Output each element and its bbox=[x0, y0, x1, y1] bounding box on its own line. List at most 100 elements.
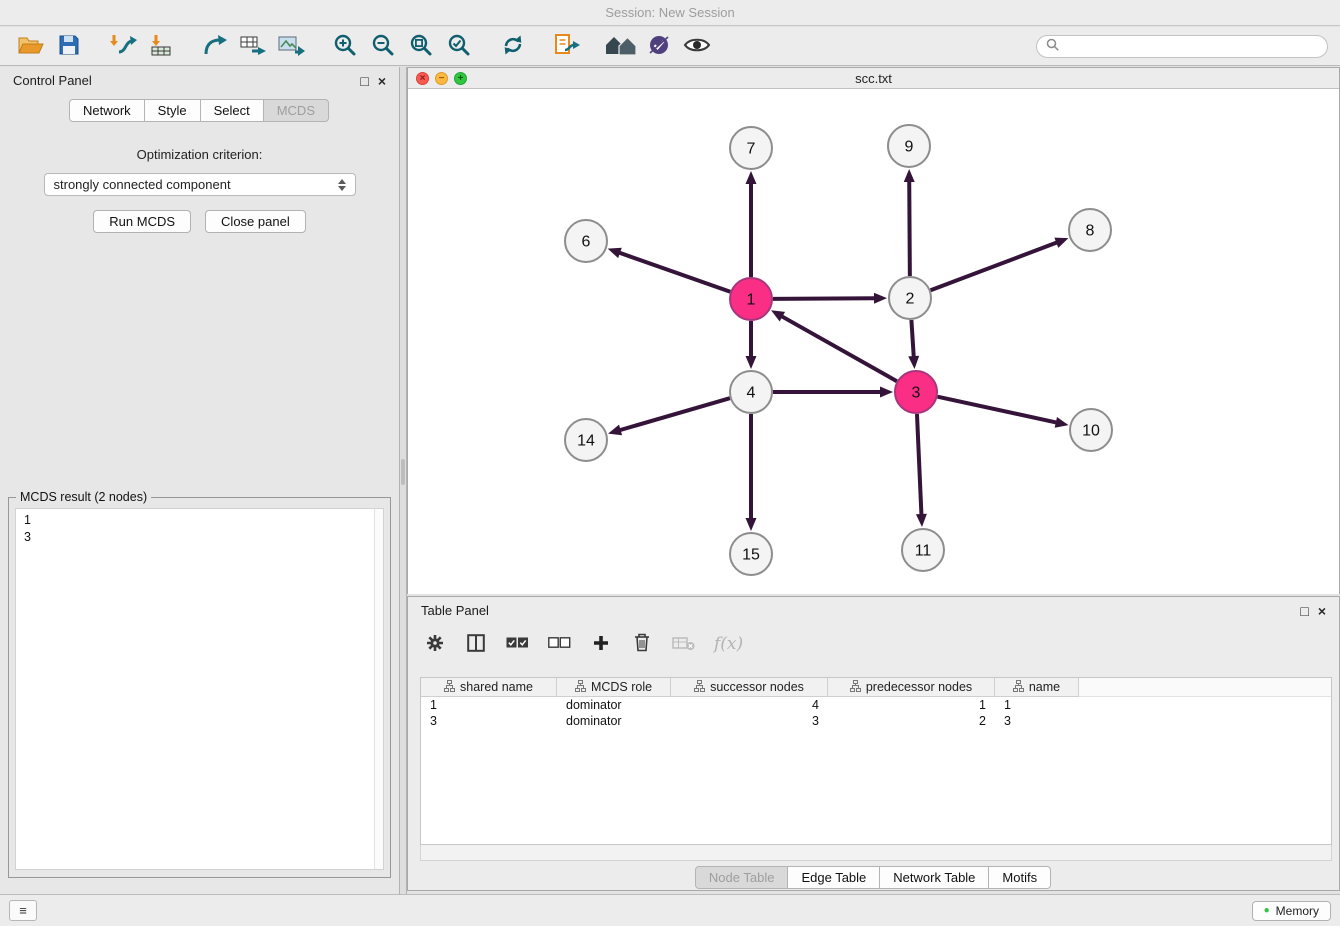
network-edge-2-9[interactable] bbox=[909, 180, 910, 276]
tab-node-table[interactable]: Node Table bbox=[695, 866, 789, 889]
table-cell: 4 bbox=[671, 697, 828, 713]
network-edge-2-3[interactable] bbox=[911, 320, 913, 358]
table-toolbar: f(x) bbox=[408, 621, 1339, 667]
new-network-button[interactable] bbox=[196, 30, 234, 62]
close-table-panel-icon[interactable]: × bbox=[1318, 604, 1326, 618]
network-edge-4-14[interactable] bbox=[619, 398, 730, 430]
network-graph[interactable]: 7968124314101511 bbox=[408, 89, 1339, 594]
column-header-1[interactable]: MCDS role bbox=[557, 678, 671, 697]
home-button[interactable] bbox=[602, 30, 640, 62]
node-table-body: 1dominator4113dominator323 bbox=[421, 697, 1331, 729]
column-header-label: predecessor nodes bbox=[866, 680, 972, 694]
node-label-11: 11 bbox=[915, 543, 932, 560]
search-field[interactable] bbox=[1036, 35, 1328, 58]
close-panel-button[interactable]: Close panel bbox=[205, 210, 306, 233]
edge-arrowhead bbox=[908, 356, 919, 369]
criterion-dropdown[interactable]: strongly connected component bbox=[44, 173, 356, 196]
import-table-button[interactable] bbox=[142, 30, 180, 62]
mcds-result-title: MCDS result (2 nodes) bbox=[16, 490, 151, 504]
node-label-2: 2 bbox=[906, 291, 915, 308]
node-label-8: 8 bbox=[1086, 223, 1095, 240]
import-network-icon bbox=[108, 33, 138, 60]
column-header-4[interactable]: name bbox=[995, 678, 1079, 697]
table-row[interactable]: 3dominator323 bbox=[421, 713, 1331, 729]
network-edge-1-2[interactable] bbox=[773, 298, 876, 299]
zoom-window-icon[interactable]: + bbox=[454, 72, 467, 85]
deselect-all-rows-button[interactable] bbox=[548, 631, 571, 657]
function-builder-button[interactable]: f(x) bbox=[714, 631, 743, 657]
network-edge-3-11[interactable] bbox=[917, 414, 922, 516]
save-session-button[interactable] bbox=[50, 30, 88, 62]
network-edge-1-6[interactable] bbox=[618, 252, 730, 291]
edge-arrowhead bbox=[874, 293, 887, 304]
column-header-3[interactable]: predecessor nodes bbox=[828, 678, 995, 697]
open-session-button[interactable] bbox=[12, 30, 50, 62]
node-label-9: 9 bbox=[905, 139, 914, 156]
column-visibility-button[interactable] bbox=[465, 631, 487, 657]
tab-edge-table[interactable]: Edge Table bbox=[787, 866, 880, 889]
search-icon bbox=[1046, 38, 1059, 54]
show-hide-button[interactable] bbox=[678, 30, 716, 62]
run-mcds-button[interactable]: Run MCDS bbox=[93, 210, 191, 233]
table-horizontal-scrollbar[interactable] bbox=[420, 845, 1332, 861]
tab-network[interactable]: Network bbox=[69, 99, 145, 122]
column-header-0[interactable]: shared name bbox=[421, 678, 557, 697]
edge-arrowhead bbox=[608, 425, 622, 436]
chevron-up-down-icon bbox=[338, 179, 346, 191]
zoom-in-button[interactable] bbox=[326, 30, 364, 62]
edge-arrowhead bbox=[746, 171, 757, 184]
refresh-button[interactable] bbox=[494, 30, 532, 62]
zoom-fit-button[interactable] bbox=[402, 30, 440, 62]
optimization-criterion-label: Optimization criterion: bbox=[0, 147, 399, 162]
table-settings-button[interactable] bbox=[424, 631, 446, 657]
vertical-splitter[interactable] bbox=[400, 67, 407, 894]
export-image-button[interactable] bbox=[272, 30, 310, 62]
search-input[interactable] bbox=[1065, 39, 1318, 53]
network-edge-3-10[interactable] bbox=[937, 397, 1057, 423]
float-panel-icon[interactable]: □ bbox=[360, 74, 368, 88]
float-table-panel-icon[interactable]: □ bbox=[1300, 604, 1308, 618]
tab-motifs[interactable]: Motifs bbox=[988, 866, 1051, 889]
tab-mcds[interactable]: MCDS bbox=[263, 99, 329, 122]
mcds-result-area[interactable]: 1 3 bbox=[15, 508, 384, 870]
result-vertical-scrollbar[interactable] bbox=[374, 509, 383, 869]
import-network-button[interactable] bbox=[104, 30, 142, 62]
checked-boxes-icon bbox=[506, 637, 529, 652]
unchecked-boxes-icon bbox=[548, 637, 571, 652]
delete-column-button[interactable] bbox=[631, 631, 653, 657]
column-type-icon bbox=[575, 680, 586, 695]
column-type-icon bbox=[694, 680, 705, 695]
zoom-out-button[interactable] bbox=[364, 30, 402, 62]
table-row[interactable]: 1dominator411 bbox=[421, 697, 1331, 713]
clone-network-button[interactable] bbox=[234, 30, 272, 62]
network-window-titlebar[interactable]: × − + scc.txt bbox=[408, 68, 1339, 89]
tab-style[interactable]: Style bbox=[144, 99, 201, 122]
mcds-result-text: 1 3 bbox=[16, 509, 373, 869]
tab-network-table[interactable]: Network Table bbox=[879, 866, 989, 889]
window-title: Session: New Session bbox=[605, 5, 734, 20]
task-history-button[interactable]: ≡ bbox=[9, 900, 37, 921]
network-canvas[interactable]: 7968124314101511 bbox=[408, 89, 1339, 594]
network-edge-3-1[interactable] bbox=[781, 316, 897, 382]
close-window-icon[interactable]: × bbox=[416, 72, 429, 85]
zoom-selected-button[interactable] bbox=[440, 30, 478, 62]
add-column-button[interactable] bbox=[590, 631, 612, 657]
duplicate-network-button[interactable] bbox=[548, 30, 586, 62]
edge-arrowhead bbox=[1054, 238, 1068, 248]
validator-button[interactable] bbox=[640, 30, 678, 62]
column-header-2[interactable]: successor nodes bbox=[671, 678, 828, 697]
zoom-in-icon bbox=[333, 33, 357, 60]
select-all-rows-button[interactable] bbox=[506, 631, 529, 657]
delete-table-button[interactable] bbox=[672, 631, 695, 657]
memory-button[interactable]: ● Memory bbox=[1252, 901, 1331, 921]
minimize-window-icon[interactable]: − bbox=[435, 72, 448, 85]
column-type-icon bbox=[850, 680, 861, 695]
close-panel-icon[interactable]: × bbox=[378, 74, 386, 88]
gear-icon bbox=[425, 633, 445, 656]
tab-select[interactable]: Select bbox=[200, 99, 264, 122]
control-panel-tabstrip: Network Style Select MCDS bbox=[0, 99, 399, 122]
splitter-grip[interactable] bbox=[401, 459, 405, 485]
network-edge-2-8[interactable] bbox=[931, 242, 1059, 290]
column-type-icon bbox=[1013, 680, 1024, 695]
zoom-out-icon bbox=[371, 33, 395, 60]
